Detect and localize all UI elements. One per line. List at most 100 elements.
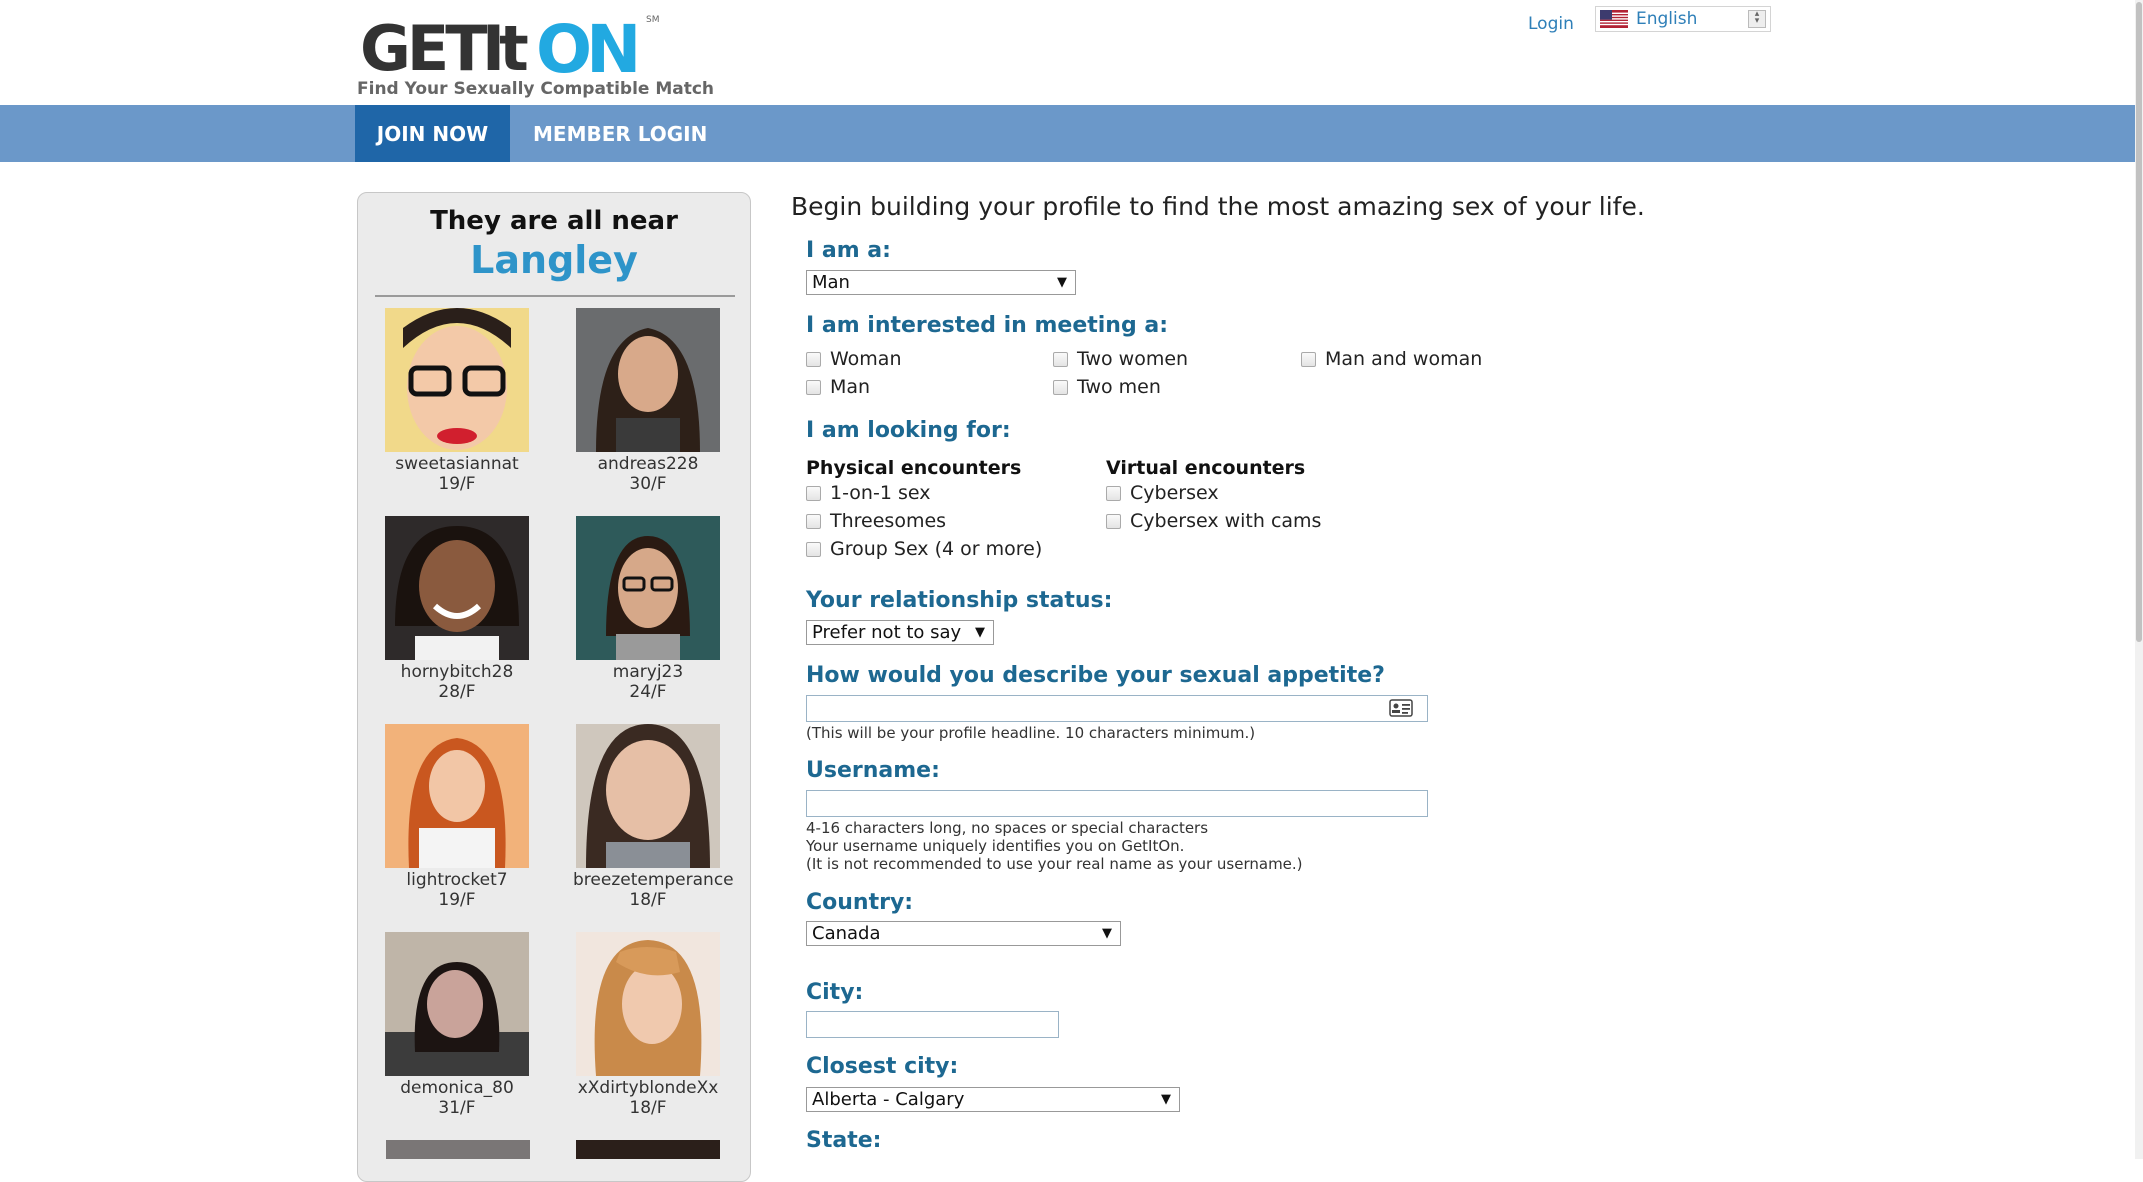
appetite-input[interactable] bbox=[806, 695, 1428, 722]
login-link[interactable]: Login bbox=[1528, 14, 1574, 34]
member-photo[interactable] bbox=[385, 932, 529, 1076]
checkbox[interactable] bbox=[1301, 351, 1316, 367]
city-label: City: bbox=[806, 980, 864, 1005]
city-input[interactable] bbox=[806, 1011, 1059, 1038]
checkbox[interactable] bbox=[1053, 379, 1068, 395]
interest-two-women-checkbox[interactable]: Two women bbox=[1053, 348, 1188, 370]
dropdown-arrow-icon: ▼ bbox=[1161, 1092, 1171, 1107]
looking-1on1-checkbox[interactable]: 1-on-1 sex bbox=[806, 482, 930, 504]
logo-get: GET bbox=[360, 12, 487, 78]
relationship-select-value: Prefer not to say bbox=[812, 622, 962, 643]
member-card[interactable]: demonica_80 31/F bbox=[382, 932, 532, 1118]
member-username[interactable]: xXdirtyblondeXx bbox=[573, 1078, 723, 1098]
language-value: English bbox=[1636, 9, 1698, 29]
closest-city-select[interactable]: Alberta - Calgary ▼ bbox=[806, 1087, 1180, 1112]
username-hint-1: 4-16 characters long, no spaces or speci… bbox=[806, 819, 1209, 837]
dropdown-arrow-icon: ▼ bbox=[1102, 926, 1112, 941]
username-input[interactable] bbox=[806, 790, 1428, 817]
relationship-label: Your relationship status: bbox=[806, 588, 1113, 613]
logo-sm: SM bbox=[646, 15, 659, 25]
member-card[interactable]: lightrocket7 19/F bbox=[382, 724, 532, 910]
member-photo[interactable] bbox=[576, 516, 720, 660]
interest-man-checkbox[interactable]: Man bbox=[806, 376, 870, 398]
checkbox[interactable] bbox=[806, 513, 821, 529]
nearby-title: They are all near bbox=[430, 206, 678, 236]
member-username[interactable]: maryj23 bbox=[573, 662, 723, 682]
looking-threesomes-checkbox[interactable]: Threesomes bbox=[806, 510, 946, 532]
checkbox[interactable] bbox=[1106, 513, 1121, 529]
option-label: Woman bbox=[830, 348, 902, 370]
member-login-tab[interactable]: MEMBER LOGIN bbox=[510, 105, 730, 162]
looking-cybersex-cams-checkbox[interactable]: Cybersex with cams bbox=[1106, 510, 1321, 532]
getiton-logo[interactable]: GET It ON SM bbox=[360, 8, 700, 78]
member-photo[interactable] bbox=[385, 724, 529, 868]
contact-card-icon[interactable] bbox=[1389, 699, 1413, 717]
member-card[interactable]: breezetemperance 18/F bbox=[573, 724, 734, 910]
username-hint-3: (It is not recommended to use your real … bbox=[806, 855, 1303, 873]
member-username[interactable]: sweetasiannat bbox=[382, 454, 532, 474]
country-select[interactable]: Canada ▼ bbox=[806, 921, 1121, 946]
logo-on: ON bbox=[536, 11, 636, 78]
username-label: Username: bbox=[806, 758, 940, 783]
tagline: Find Your Sexually Compatible Match bbox=[357, 79, 715, 99]
member-age: 24/F bbox=[629, 682, 667, 702]
checkbox[interactable] bbox=[806, 485, 821, 501]
checkbox[interactable] bbox=[806, 541, 821, 557]
option-label: Man and woman bbox=[1325, 348, 1483, 370]
member-age: 19/F bbox=[438, 890, 476, 910]
member-username[interactable]: demonica_80 bbox=[382, 1078, 532, 1098]
physical-heading: Physical encounters bbox=[806, 457, 1022, 479]
member-photo[interactable] bbox=[576, 724, 720, 868]
member-card[interactable]: sweetasiannat 19/F bbox=[382, 308, 532, 494]
gender-select[interactable]: Man ▼ bbox=[806, 270, 1076, 295]
interested-label: I am interested in meeting a: bbox=[806, 313, 1169, 338]
state-label: State: bbox=[806, 1128, 882, 1153]
option-label: Two women bbox=[1077, 348, 1189, 370]
interest-man-and-woman-checkbox[interactable]: Man and woman bbox=[1301, 348, 1482, 370]
join-now-tab[interactable]: JOIN NOW bbox=[355, 105, 510, 162]
member-photo[interactable] bbox=[385, 308, 529, 452]
language-select[interactable]: English ▴ ▾ bbox=[1595, 6, 1771, 32]
member-photo[interactable] bbox=[576, 308, 720, 452]
member-age: 19/F bbox=[438, 474, 476, 494]
looking-cybersex-checkbox[interactable]: Cybersex bbox=[1106, 482, 1219, 504]
dropdown-arrow-icon: ▼ bbox=[1057, 275, 1067, 290]
scrollbar-thumb[interactable] bbox=[2136, 2, 2142, 642]
option-label: Cybersex with cams bbox=[1130, 510, 1322, 532]
nav-bar bbox=[0, 105, 2135, 162]
checkbox[interactable] bbox=[806, 379, 821, 395]
us-flag-icon bbox=[1600, 10, 1628, 28]
option-label: Cybersex bbox=[1130, 482, 1219, 504]
member-age: 18/F bbox=[629, 1098, 667, 1118]
member-photo[interactable] bbox=[576, 932, 720, 1076]
divider bbox=[375, 295, 735, 297]
member-photo[interactable] bbox=[576, 1140, 720, 1159]
interest-woman-checkbox[interactable]: Woman bbox=[806, 348, 902, 370]
member-photo[interactable] bbox=[385, 516, 529, 660]
appetite-hint: (This will be your profile headline. 10 … bbox=[806, 724, 1256, 742]
checkbox[interactable] bbox=[806, 351, 821, 367]
relationship-select[interactable]: Prefer not to say ▼ bbox=[806, 620, 994, 645]
username-hint-2: Your username uniquely identifies you on… bbox=[806, 837, 1185, 855]
looking-group-sex-checkbox[interactable]: Group Sex (4 or more) bbox=[806, 538, 1042, 560]
member-age: 31/F bbox=[438, 1098, 476, 1118]
checkbox[interactable] bbox=[1053, 351, 1068, 367]
option-label: 1-on-1 sex bbox=[830, 482, 931, 504]
checkbox[interactable] bbox=[1106, 485, 1121, 501]
member-username[interactable]: andreas228 bbox=[573, 454, 723, 474]
member-card[interactable]: andreas228 30/F bbox=[573, 308, 723, 494]
member-card[interactable]: maryj23 24/F bbox=[573, 516, 723, 702]
member-photo[interactable] bbox=[386, 1140, 530, 1159]
appetite-label: How would you describe your sexual appet… bbox=[806, 663, 1385, 688]
member-card[interactable]: hornybitch28 28/F bbox=[382, 516, 532, 702]
member-card[interactable]: xXdirtyblondeXx 18/F bbox=[573, 932, 723, 1118]
member-age: 18/F bbox=[629, 890, 667, 910]
gender-select-value: Man bbox=[812, 272, 850, 293]
country-label: Country: bbox=[806, 890, 914, 915]
member-username[interactable]: lightrocket7 bbox=[382, 870, 532, 890]
virtual-heading: Virtual encounters bbox=[1106, 457, 1306, 479]
member-username[interactable]: breezetemperance bbox=[573, 870, 734, 890]
option-label: Man bbox=[830, 376, 871, 398]
member-username[interactable]: hornybitch28 bbox=[382, 662, 532, 682]
interest-two-men-checkbox[interactable]: Two men bbox=[1053, 376, 1161, 398]
